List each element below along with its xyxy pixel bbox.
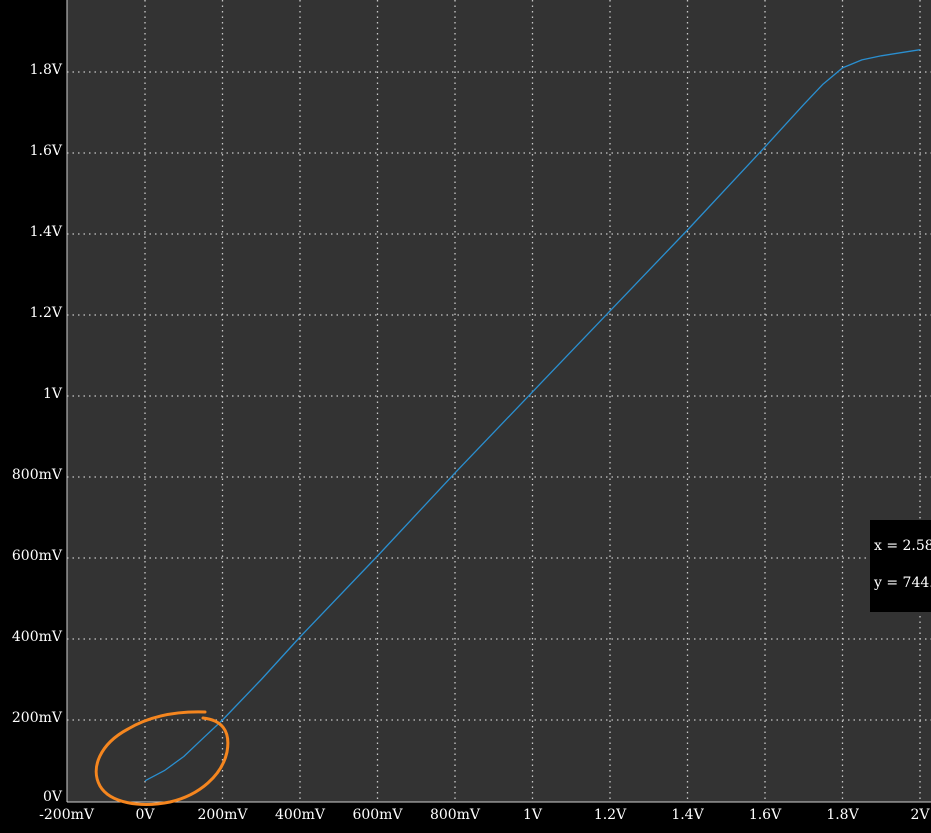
y-tick-label: 1.2V bbox=[30, 305, 63, 321]
cursor-x-value: x = 2.58 bbox=[874, 538, 931, 554]
x-tick-label: 1.4V bbox=[671, 807, 704, 823]
cursor-readout: x = 2.58 y = 744. bbox=[870, 520, 931, 612]
x-tick-label: 800mV bbox=[430, 807, 481, 823]
x-tick-label: 1.2V bbox=[594, 807, 627, 823]
y-tick-label: 200mV bbox=[12, 710, 63, 726]
y-tick-label: 1V bbox=[43, 386, 63, 402]
x-tick-label: 1.8V bbox=[826, 807, 859, 823]
x-tick-label: 200mV bbox=[197, 807, 248, 823]
plot-area bbox=[67, 0, 931, 802]
x-tick-label: 1.6V bbox=[749, 807, 782, 823]
cursor-y-value: y = 744. bbox=[874, 575, 931, 591]
y-tick-label: 0V bbox=[43, 789, 63, 805]
y-tick-label: 1.6V bbox=[30, 143, 63, 159]
y-tick-label: 1.8V bbox=[30, 62, 63, 78]
chart-svg: -200mV 0V 200mV 400mV 600mV 800mV 1V 1.2V 1.4V 1.… bbox=[12, 0, 931, 823]
x-tick-label: 0V bbox=[135, 807, 155, 823]
y-tick-label: 600mV bbox=[12, 548, 63, 564]
x-tick-label: 1V bbox=[523, 807, 543, 823]
x-tick-label: 600mV bbox=[352, 807, 403, 823]
y-tick-label: 400mV bbox=[12, 629, 63, 645]
y-tick-label: 800mV bbox=[12, 467, 63, 483]
x-tick-label: -200mV bbox=[39, 807, 95, 823]
y-tick-label: 1.4V bbox=[30, 224, 63, 240]
x-tick-label: 2V bbox=[910, 807, 930, 823]
x-tick-label: 400mV bbox=[275, 807, 326, 823]
